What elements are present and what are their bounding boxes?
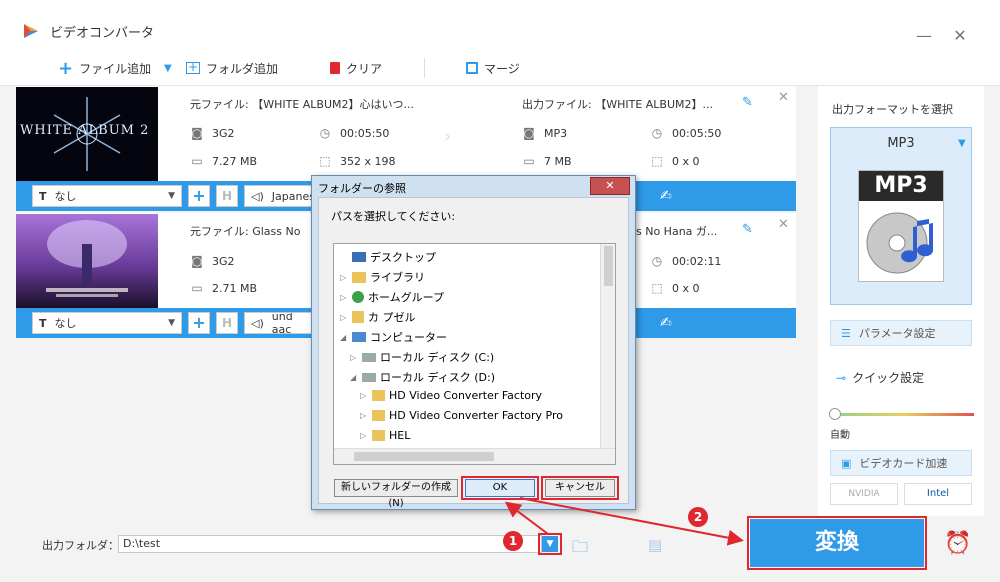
arrow-to-ok (504, 501, 549, 535)
arrow-to-convert (519, 497, 744, 546)
annotation-arrows (504, 497, 744, 546)
